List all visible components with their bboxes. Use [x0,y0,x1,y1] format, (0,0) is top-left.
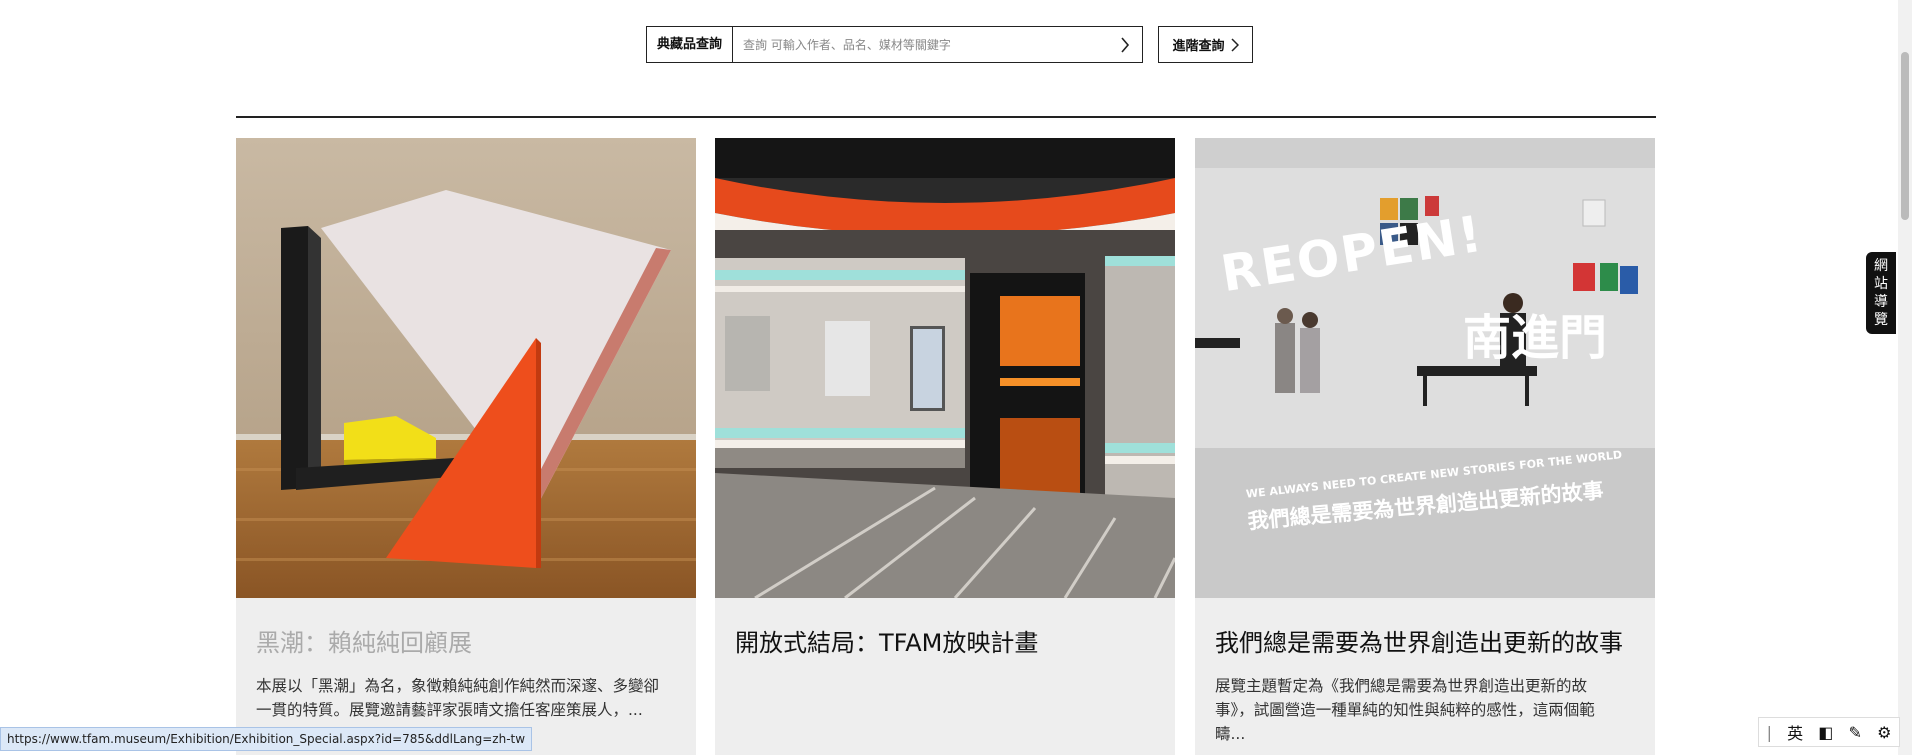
exhibition-card[interactable]: 開放式結局：TFAM放映計畫 [715,138,1175,755]
search-bar: 典藏品查詢 [646,26,1143,66]
collection-search-box: 典藏品查詢 [646,26,1143,63]
scrollbar-thumb[interactable] [1901,52,1909,220]
ime-toolbar: | 英 ◧ ✎ ⚙ [1758,717,1900,747]
ime-separator-icon: | [1766,722,1772,742]
exhibition-image [715,138,1175,598]
exhibition-description: 本展以「黑潮」為名，象徵賴純純創作純然而深邃、多變卻一貫的特質。展覽邀請藝評家張… [256,677,660,719]
site-guide-char: 網 [1874,258,1888,274]
site-guide-char: 覽 [1874,312,1888,328]
scrollbar-track[interactable] [1898,0,1912,755]
exhibition-title[interactable]: 我們總是需要為世界創造出更新的故事 [1215,628,1623,658]
status-bar-url: https://www.tfam.museum/Exhibition/Exhib… [0,727,533,751]
exhibition-image [236,138,696,598]
ime-shape-icon[interactable]: ◧ [1818,723,1833,742]
exhibition-image: REOPEN! 南進門 WE ALWAYS NEED TO CREATE NEW… [1195,138,1655,598]
exhibition-card[interactable]: 黑潮：賴純純回顧展 本展以「黑潮」為名，象徵賴純純創作純然而深邃、多變卻一貫的特… [236,138,696,755]
exhibition-title[interactable]: 黑潮：賴純純回顧展 [256,628,472,658]
gate-text: 南進門 [1463,310,1608,366]
search-input[interactable] [733,27,1108,62]
ime-language-toggle[interactable]: 英 [1787,720,1803,744]
exhibition-description: 展覽主題暫定為《我們總是需要為世界創造出更新的故事》，試圖營造一種單純的知性與純… [1215,677,1595,743]
exhibition-card[interactable]: REOPEN! 南進門 WE ALWAYS NEED TO CREATE NEW… [1195,138,1655,755]
site-guide-char: 導 [1874,294,1888,310]
section-divider [236,116,1656,118]
site-guide-char: 站 [1874,276,1888,292]
exhibition-title[interactable]: 開放式結局：TFAM放映計畫 [735,628,1038,658]
gear-icon[interactable]: ⚙ [1877,723,1891,742]
search-submit-button[interactable] [1108,27,1142,62]
advanced-search-button[interactable]: 進階查詢 [1158,26,1253,63]
site-guide-tab[interactable]: 網 站 導 覽 [1866,252,1896,334]
advanced-search-label: 進階查詢 [1172,39,1225,54]
chevron-right-icon [1121,36,1130,53]
collection-search-label: 典藏品查詢 [647,27,734,62]
ime-pad-icon[interactable]: ✎ [1849,723,1862,742]
chevron-right-icon [1230,37,1239,52]
